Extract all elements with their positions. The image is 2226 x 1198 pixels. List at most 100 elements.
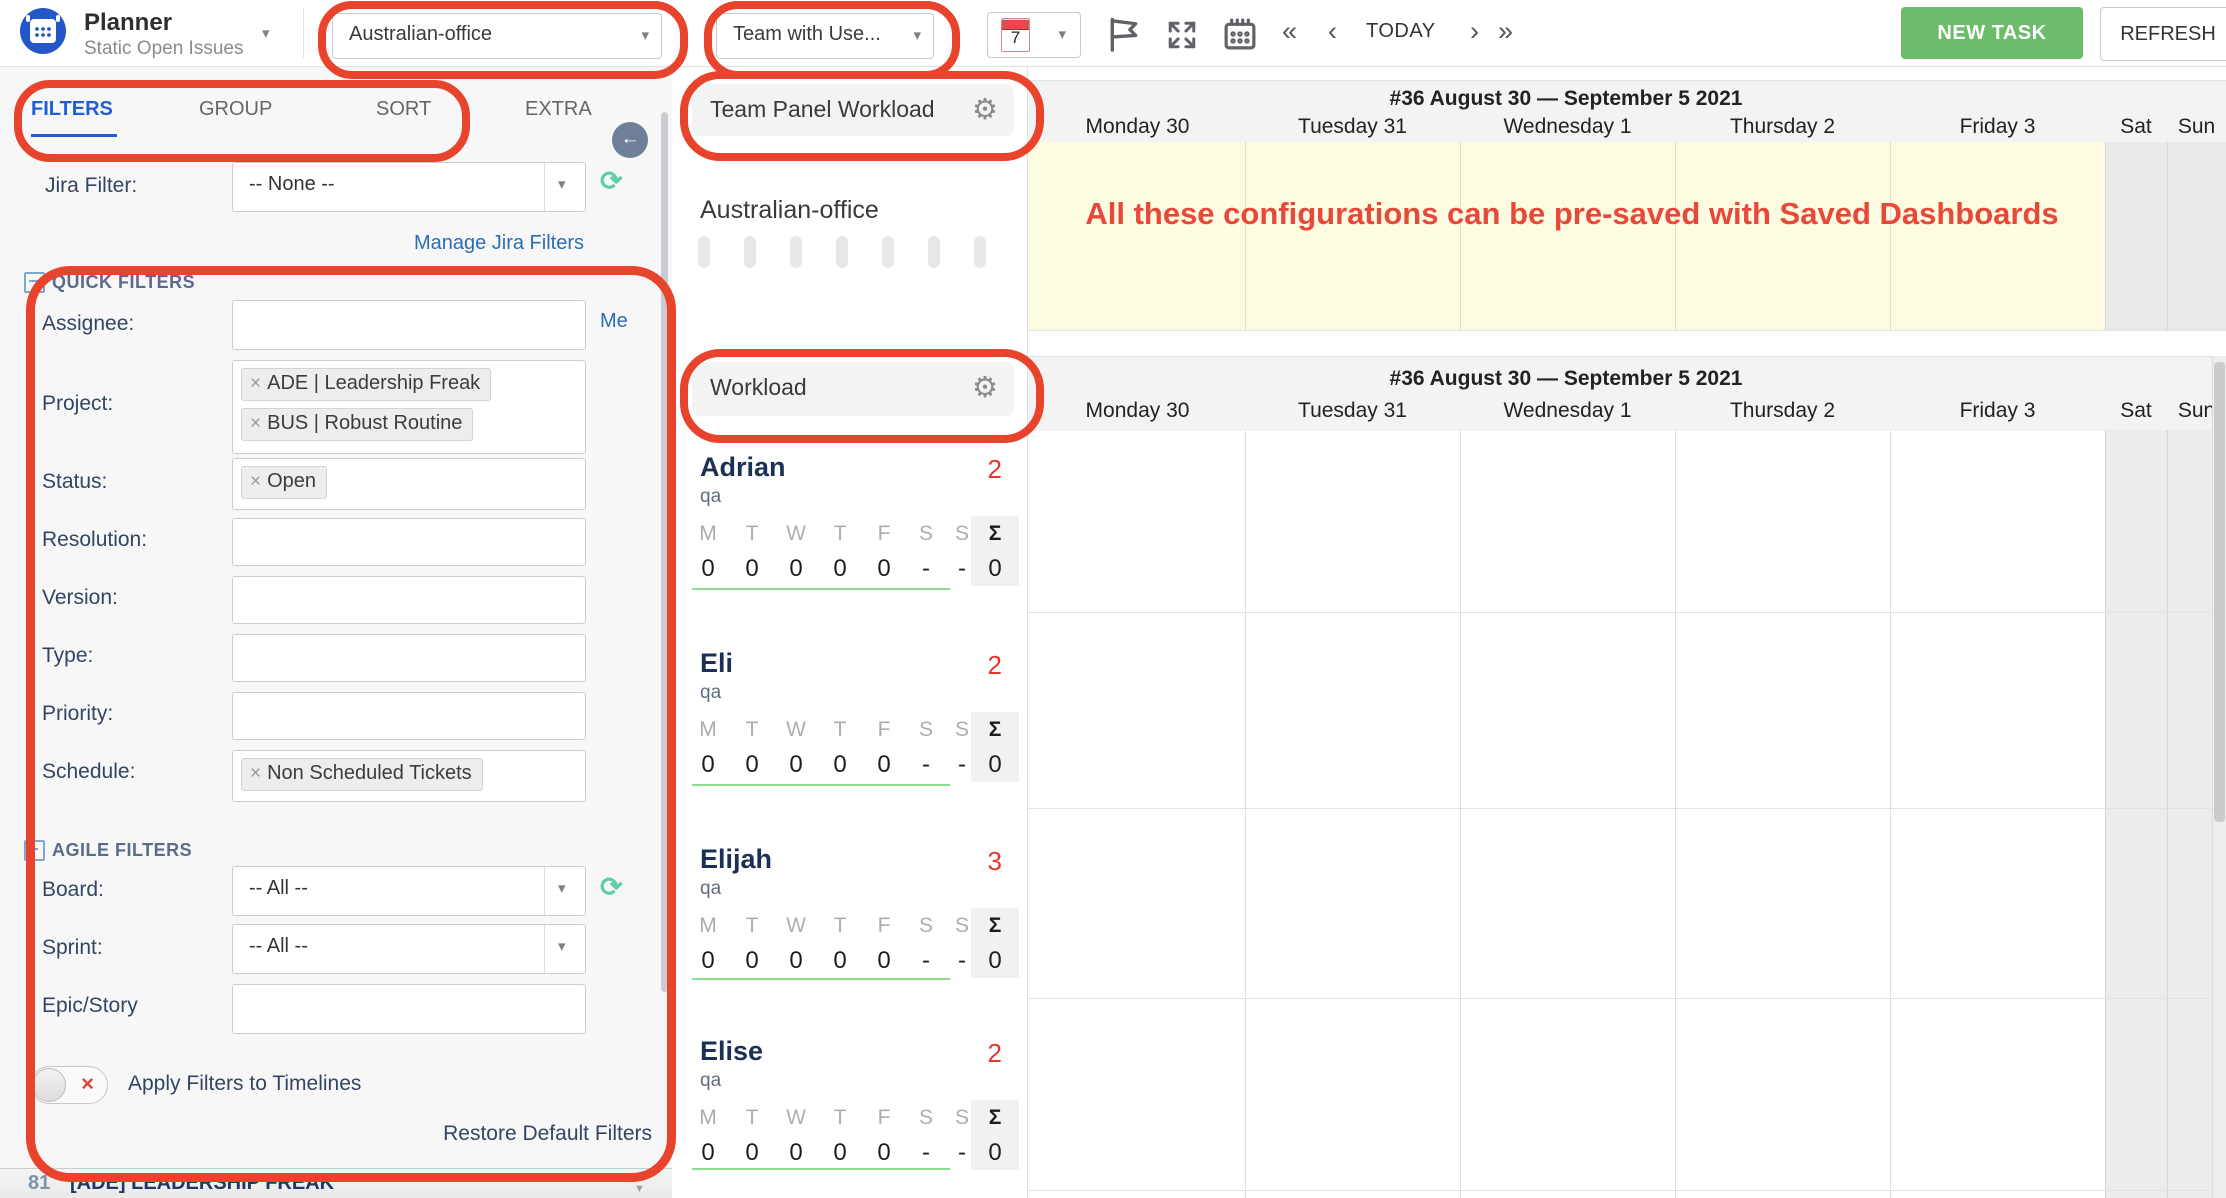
- assignee-input[interactable]: [232, 300, 586, 350]
- workload-user-card[interactable]: Adrian 2 qa M T W T F S S Σ 0 0 0 0 0 - …: [672, 430, 1027, 612]
- app-view-subtitle: Static Open Issues: [84, 38, 243, 60]
- view-dropdown-caret-icon[interactable]: ▾: [262, 24, 270, 42]
- date-span-dropdown[interactable]: 7 ▾: [987, 12, 1081, 58]
- status-input[interactable]: ×Open: [232, 458, 586, 510]
- sprint-select[interactable]: -- All -- ▾: [232, 924, 586, 974]
- schedule-input[interactable]: ×Non Scheduled Tickets: [232, 750, 586, 802]
- board-select[interactable]: -- All -- ▾: [232, 866, 586, 916]
- quick-filters-collapse-checkbox[interactable]: [24, 272, 45, 293]
- sort-up-icon[interactable]: ▲: [634, 1172, 645, 1182]
- sort-down-icon[interactable]: ▼: [634, 1184, 645, 1194]
- day-letter: T: [734, 718, 770, 742]
- remove-tag-icon[interactable]: ×: [250, 763, 261, 784]
- project-tag[interactable]: ×ADE | Leadership Freak: [241, 368, 491, 401]
- weekend-column[interactable]: [2105, 430, 2168, 1198]
- tab-group[interactable]: GROUP: [199, 98, 272, 121]
- logo-calendar-tab: [56, 15, 60, 22]
- day-header: Monday 30: [1030, 399, 1245, 423]
- type-input[interactable]: [232, 634, 586, 682]
- nav-fast-back-button[interactable]: «: [1282, 17, 1297, 45]
- day-hours: 0: [822, 751, 858, 779]
- tab-filters[interactable]: FILTERS: [31, 98, 113, 121]
- day-cell[interactable]: [1245, 142, 1461, 330]
- caret-down-icon: ▾: [558, 175, 566, 193]
- caret-down-icon: ▾: [558, 937, 566, 955]
- flag-icon[interactable]: [1105, 15, 1143, 53]
- nav-forward-button[interactable]: ›: [1470, 17, 1479, 45]
- manage-jira-filters-link[interactable]: Manage Jira Filters: [232, 232, 584, 255]
- epic-story-input[interactable]: [232, 984, 586, 1034]
- remove-tag-icon[interactable]: ×: [250, 373, 261, 394]
- tab-sort[interactable]: SORT: [376, 98, 431, 121]
- nav-back-button[interactable]: ‹: [1328, 17, 1337, 45]
- new-task-button[interactable]: NEW TASK: [1901, 7, 2083, 59]
- day-cell[interactable]: [1890, 142, 2106, 330]
- team-name[interactable]: Australian-office: [700, 196, 879, 225]
- workload-pill: [790, 236, 802, 268]
- schedule-tag[interactable]: ×Non Scheduled Tickets: [241, 758, 483, 791]
- day-letter: S: [908, 914, 944, 938]
- day-hours: -: [908, 1139, 944, 1167]
- jira-filter-value: -- None --: [249, 173, 335, 196]
- user-role: qa: [700, 1070, 721, 1092]
- agile-filters-collapse-checkbox[interactable]: [24, 840, 45, 861]
- day-hours: 0: [690, 1139, 726, 1167]
- sync-jira-filters-icon[interactable]: ⟳: [600, 166, 623, 197]
- day-letter: S: [944, 522, 980, 546]
- project-group-row[interactable]: 81 [ADE] LEADERSHIP FREAK ▲ ▼: [0, 1168, 672, 1198]
- workload-user-card[interactable]: Eli 2 qa M T W T F S S Σ 0 0 0 0 0 - - 0: [672, 612, 1027, 808]
- jira-filter-select[interactable]: -- None -- ▾: [232, 162, 586, 212]
- status-tag[interactable]: ×Open: [241, 466, 327, 499]
- sidebar-scrollbar[interactable]: [661, 112, 668, 992]
- user-name[interactable]: Adrian: [700, 452, 786, 483]
- workload-user-card[interactable]: Elijah 3 qa M T W T F S S Σ 0 0 0 0 0 - …: [672, 808, 1027, 998]
- collapse-sidebar-button[interactable]: ←: [612, 122, 648, 158]
- user-role: qa: [700, 486, 721, 508]
- day-cell[interactable]: [1460, 142, 1676, 330]
- apply-filters-toggle[interactable]: ×: [30, 1066, 108, 1104]
- calendar-view-icon[interactable]: [1222, 16, 1258, 52]
- top-bar: Planner Static Open Issues ▾ Australian-…: [0, 0, 2226, 67]
- sync-boards-icon[interactable]: ⟳: [600, 872, 623, 903]
- restore-default-filters-link[interactable]: Restore Default Filters: [232, 1122, 652, 1146]
- remove-tag-icon[interactable]: ×: [250, 413, 261, 434]
- nav-fast-forward-button[interactable]: »: [1498, 17, 1513, 45]
- version-input[interactable]: [232, 576, 586, 624]
- grid-line: [1245, 430, 1246, 1198]
- user-name[interactable]: Eli: [700, 648, 733, 679]
- remove-tag-icon[interactable]: ×: [250, 471, 261, 492]
- team-selector-dropdown[interactable]: Australian-office ▾: [332, 13, 662, 59]
- day-cell[interactable]: [1675, 142, 1891, 330]
- user-name[interactable]: Elijah: [700, 844, 772, 875]
- gear-icon[interactable]: ⚙: [972, 92, 998, 127]
- caret-down-icon: ▾: [913, 26, 921, 44]
- project-tag[interactable]: × BUS | Robust Routine: [241, 408, 473, 441]
- workload-pill: [974, 236, 986, 268]
- resolution-input[interactable]: [232, 518, 586, 566]
- user-name[interactable]: Elise: [700, 1036, 763, 1067]
- weekend-cell[interactable]: [2167, 142, 2226, 330]
- week-title: #36 August 30 — September 5 2021: [1027, 367, 2105, 391]
- tab-extra[interactable]: EXTRA: [525, 98, 592, 121]
- today-button[interactable]: TODAY: [1366, 20, 1436, 43]
- calendar-scrollbar-track[interactable]: [2212, 356, 2226, 1198]
- refresh-button[interactable]: REFRESH: [2100, 7, 2226, 61]
- day-hours: -: [944, 947, 980, 975]
- weekend-cell[interactable]: [2105, 142, 2168, 330]
- panel-selector-dropdown[interactable]: Team with Use... ▾: [716, 13, 934, 59]
- sum-letter: Σ: [977, 914, 1013, 938]
- day-hours: 0: [778, 751, 814, 779]
- me-link[interactable]: Me: [600, 310, 628, 333]
- sprint-label: Sprint:: [42, 936, 103, 960]
- project-tag-label: BUS | Robust Routine: [267, 412, 462, 434]
- day-hours: 0: [866, 1139, 902, 1167]
- expand-fullscreen-icon[interactable]: [1165, 18, 1199, 52]
- calendar-scrollbar-thumb[interactable]: [2214, 362, 2225, 822]
- project-input[interactable]: ×ADE | Leadership Freak × BUS | Robust Ro…: [232, 360, 586, 454]
- planner-logo-icon[interactable]: [20, 8, 66, 54]
- day-header: Monday 30: [1030, 115, 1245, 139]
- priority-input[interactable]: [232, 692, 586, 740]
- day-cell[interactable]: [1027, 142, 1245, 330]
- workload-user-card[interactable]: Elise 2 qa M T W T F S S Σ 0 0 0 0 0 - -…: [672, 998, 1027, 1190]
- gear-icon[interactable]: ⚙: [972, 370, 998, 405]
